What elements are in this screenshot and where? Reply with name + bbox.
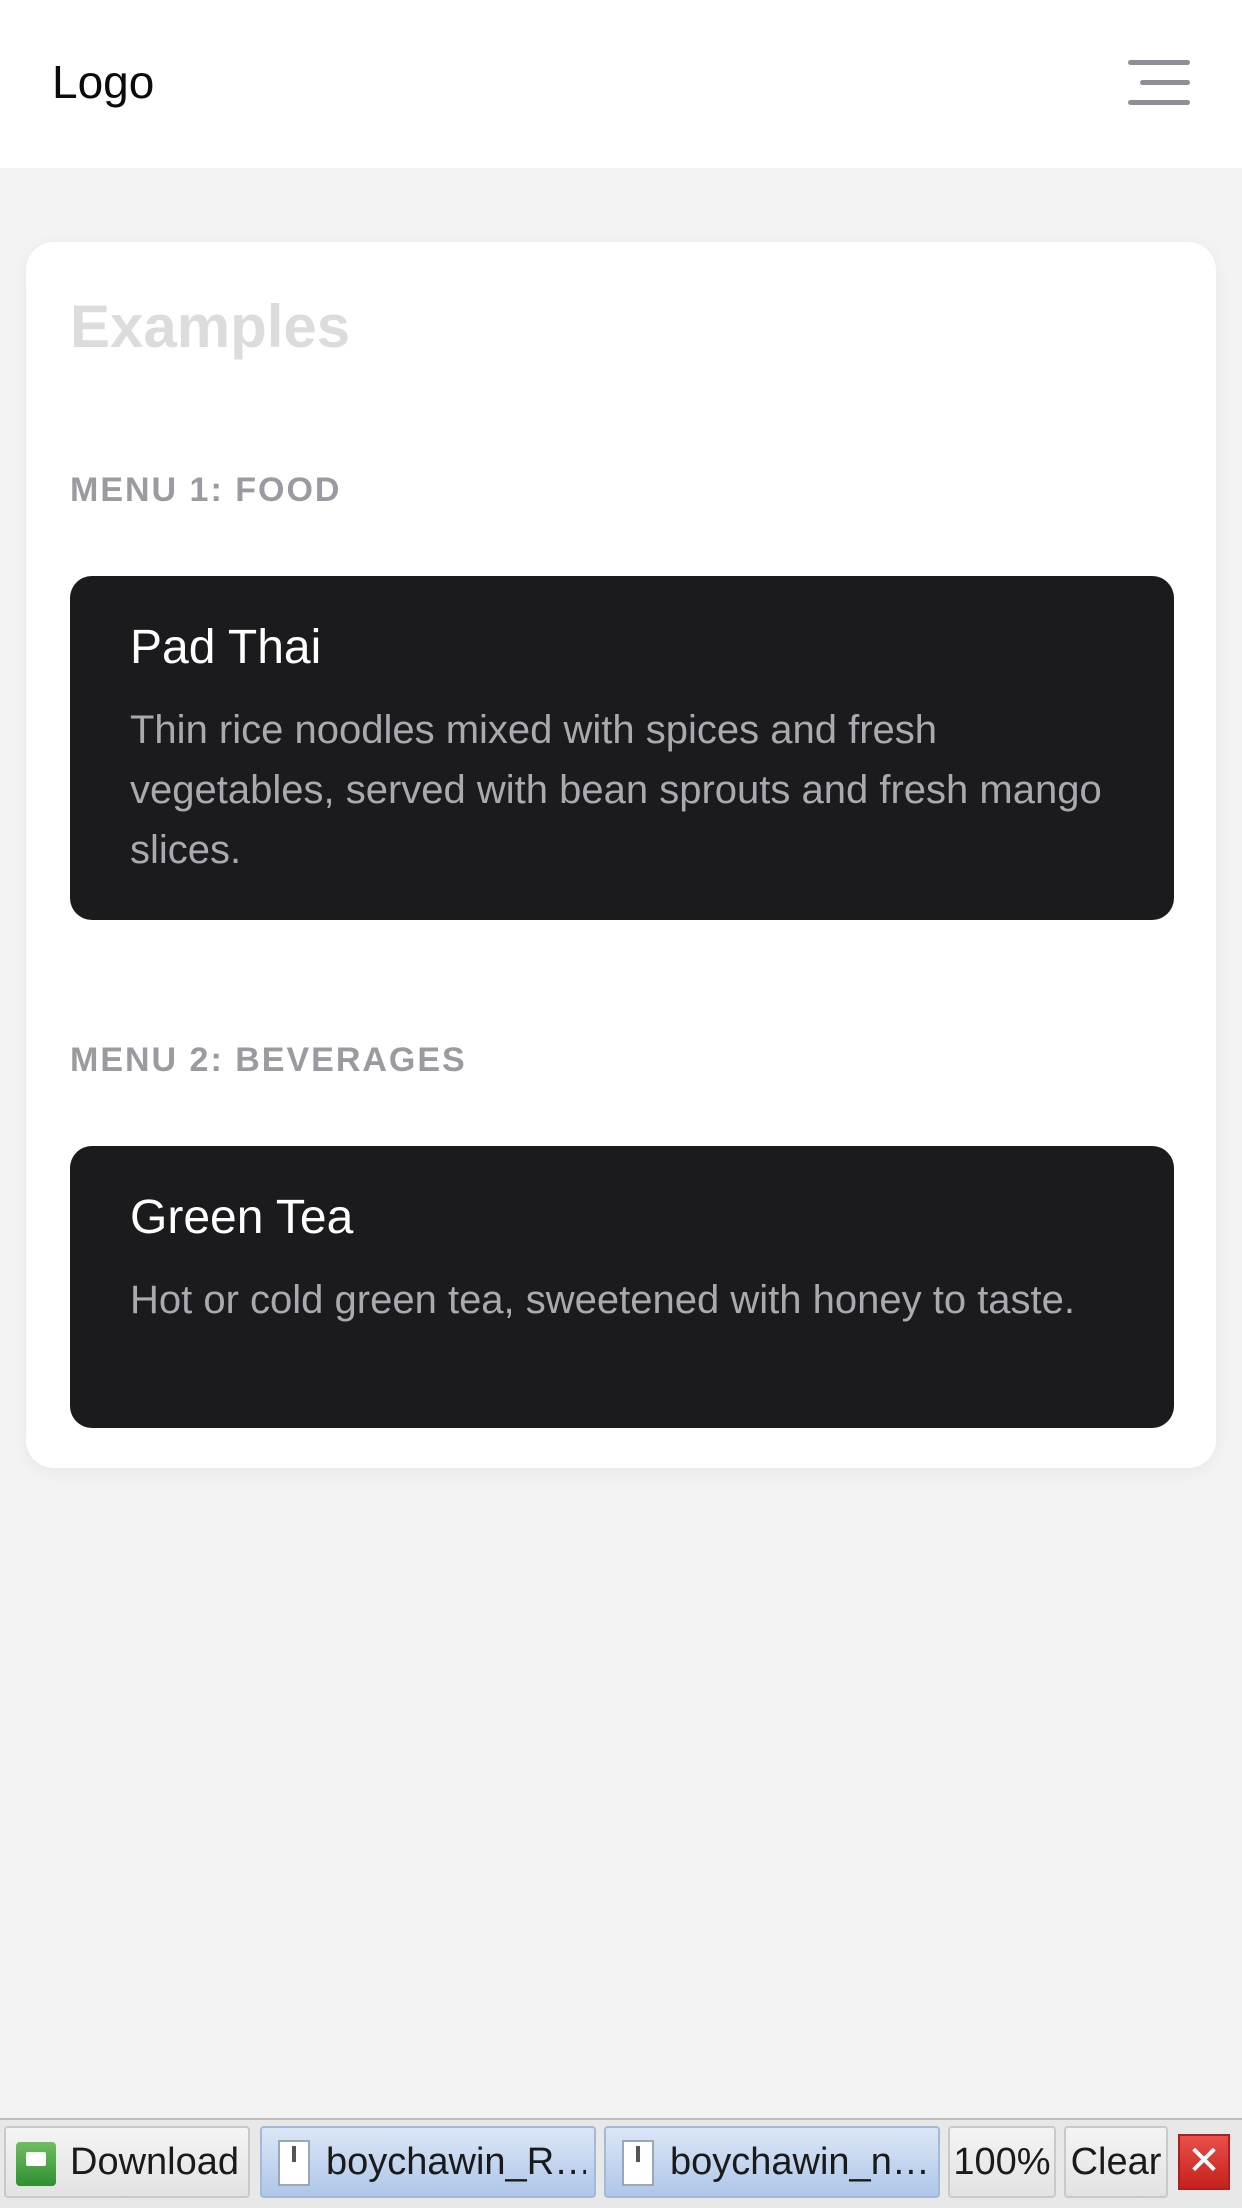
menu-item-pad-thai[interactable]: Pad Thai Thin rice noodles mixed with sp…: [70, 576, 1174, 920]
clear-label: Clear: [1070, 2141, 1162, 2183]
file-icon: [622, 2140, 654, 2186]
zoom-level-button[interactable]: 100%: [948, 2126, 1056, 2198]
download-file-2[interactable]: boychawin_n…: [604, 2126, 940, 2198]
menu-line: [1140, 80, 1190, 85]
section-label-food: MENU 1: FOOD: [70, 471, 342, 509]
downloads-button[interactable]: Downloads: [4, 2126, 250, 2198]
download-file-name: boychawin_R…: [326, 2141, 586, 2183]
zoom-level: 100%: [953, 2141, 1051, 2183]
item-name: Pad Thai: [130, 621, 322, 674]
downloads-bar: Downloads boychawin_R… boychawin_n… 100%…: [0, 2118, 1242, 2208]
menu-line: [1128, 100, 1190, 105]
downloads-label: Downloads: [70, 2141, 240, 2183]
menu-item-green-tea[interactable]: Green Tea Hot or cold green tea, sweeten…: [70, 1146, 1174, 1428]
file-icon: [278, 2140, 310, 2186]
close-icon[interactable]: ✕: [1178, 2134, 1230, 2190]
examples-card: Examples MENU 1: FOOD Pad Thai Thin rice…: [26, 242, 1216, 1468]
download-file-1[interactable]: boychawin_R…: [260, 2126, 596, 2198]
logo[interactable]: Logo: [52, 52, 154, 112]
clear-downloads-button[interactable]: Clear: [1064, 2126, 1168, 2198]
download-icon: [16, 2142, 56, 2186]
section-label-beverages: MENU 2: BEVERAGES: [70, 1041, 467, 1079]
menu-line: [1128, 60, 1190, 65]
item-description: Hot or cold green tea, sweetened with ho…: [130, 1278, 1076, 1322]
item-description: Thin rice noodles mixed with spices and …: [130, 708, 1102, 872]
top-header: Logo: [0, 0, 1242, 168]
download-file-name: boychawin_n…: [670, 2141, 930, 2183]
hamburger-menu-icon[interactable]: [1124, 56, 1190, 108]
examples-title: Examples: [70, 293, 351, 360]
item-name: Green Tea: [130, 1191, 354, 1244]
